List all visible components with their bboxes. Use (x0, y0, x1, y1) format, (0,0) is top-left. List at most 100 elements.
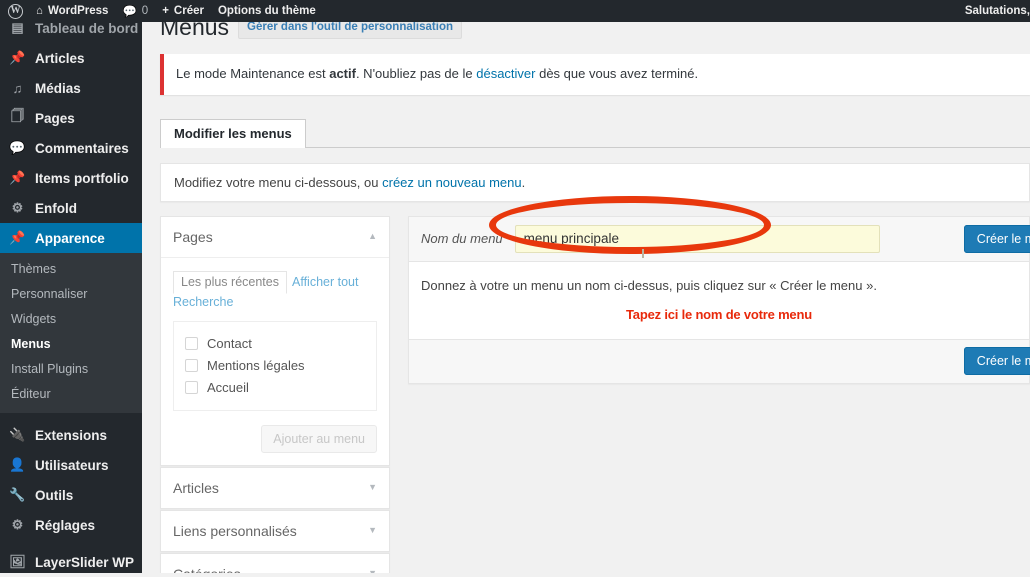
sidebar-item-reglages[interactable]: ⚙ Réglages (0, 510, 142, 540)
sidebar-item-extensions[interactable]: 🔌 Extensions (0, 420, 142, 450)
menu-name-label: Nom du menu (421, 231, 503, 247)
menu-settings-column: Nom du menu Créer le menu Donnez à votre… (408, 215, 1030, 573)
sidebar-subitem-menus[interactable]: Menus (0, 332, 142, 357)
sidebar-subitem-editeur[interactable]: Éditeur (0, 382, 142, 407)
tab-les-plus-recentes[interactable]: Les plus récentes (173, 270, 287, 294)
theme-options-button[interactable]: Options du thème (211, 0, 323, 22)
menu-panel-footer: Créer le menu (409, 338, 1030, 383)
accordion-header-articles[interactable]: Articles ▼ (161, 468, 389, 508)
home-icon: ⌂ (36, 5, 43, 17)
sidebar-item-enfold[interactable]: ⚙ Enfold (0, 193, 142, 223)
sidebar-item-articles[interactable]: 📌 Articles (0, 43, 142, 73)
sidebar-item-label: Pages (35, 110, 75, 126)
create-menu-button-top[interactable]: Créer le menu (963, 224, 1030, 253)
sidebar-item-utilisateurs[interactable]: 👤 Utilisateurs (0, 450, 142, 480)
new-content-label: Créer (173, 5, 204, 17)
create-menu-button-bottom[interactable]: Créer le menu (963, 347, 1030, 376)
chevron-down-icon[interactable]: ▼ (368, 526, 377, 535)
nav-tab-wrapper: Modifier les menus (160, 118, 1030, 148)
accordion-panel-categories: Catégories ▼ (160, 552, 390, 573)
account-greeting[interactable]: Salutations, (958, 0, 1030, 22)
page-header: Menus Gérer dans l'outil de personnalisa… (160, 22, 1030, 40)
menu-edit-instruction: Modifiez votre menu ci-dessous, ou créez… (160, 162, 1030, 202)
sidebar-subitem-personnaliser[interactable]: Personnaliser (0, 282, 142, 307)
sidebar-item-medias[interactable]: ♫ Médias (0, 73, 142, 103)
accordion-header-pages[interactable]: Pages ▲ (161, 217, 389, 258)
create-menu-button-bottom-slot: Créer le menu (963, 347, 1030, 376)
gear-icon: ⚙ (11, 200, 24, 215)
site-name-button[interactable]: ⌂ WordPress (29, 0, 115, 22)
comments-button[interactable]: 💬 0 (115, 0, 155, 22)
posttype-tabs: Les plus récentes Afficher tout Recherche (173, 270, 377, 312)
wordpress-logo-icon: W (8, 3, 23, 19)
tab-modifier-les-menus[interactable]: Modifier les menus (160, 118, 306, 148)
sidebar-item-label: Utilisateurs (35, 457, 109, 473)
deactivate-maintenance-link[interactable]: désactiver (476, 66, 535, 81)
notice-prefix: Le mode Maintenance est (176, 66, 330, 81)
comment-bubble-icon: 💬 (9, 140, 26, 155)
annotation-label: Tapez ici le nom de votre menu (409, 300, 1029, 339)
greeting-label: Salutations, (964, 5, 1030, 17)
manage-in-customizer-button[interactable]: Gérer dans l'outil de personnalisation (238, 22, 462, 39)
chevron-up-icon[interactable]: ▲ (368, 232, 377, 241)
notice-suffix: dès que vous avez terminé. (535, 66, 699, 81)
accordion-panel-liens-personnalises: Liens personnalisés ▼ (160, 509, 390, 552)
new-content-button[interactable]: + Créer (155, 0, 211, 22)
checkbox-mentions-legales[interactable] (185, 359, 198, 373)
checkbox-accueil[interactable] (185, 381, 198, 395)
pin-icon: 📌 (9, 50, 26, 65)
pages-icon: 🗍 (11, 108, 24, 123)
accordion-header-liens-personnalises[interactable]: Liens personnalisés ▼ (161, 511, 389, 551)
wordpress-logo-button[interactable]: W (0, 0, 29, 22)
sidebar-item-commentaires[interactable]: 💬 Commentaires (0, 133, 142, 163)
add-to-menu-row: Ajouter au menu (173, 424, 377, 453)
sidebar-item-label: Apparence (35, 230, 105, 246)
sidebar-item-label: LayerSlider WP (35, 554, 135, 570)
maintenance-notice: Le mode Maintenance est actif. N'oubliez… (160, 54, 1030, 95)
list-item-label: Contact (207, 335, 252, 351)
page-wrap: Menus Gérer dans l'outil de personnalisa… (142, 22, 1030, 573)
sidebar-item-pages[interactable]: 🗍 Pages (0, 103, 142, 133)
accordion-header-categories[interactable]: Catégories ▼ (161, 554, 389, 573)
settings-icon: ⚙ (11, 517, 24, 532)
wrench-icon: 🔧 (9, 487, 26, 502)
create-new-menu-link[interactable]: créez un nouveau menu (382, 175, 521, 190)
list-item[interactable]: Mentions légales (185, 355, 366, 377)
admin-bar: W ⌂ WordPress 💬 0 + Créer Options du thè… (0, 0, 1030, 22)
checkbox-contact[interactable] (185, 337, 198, 351)
accordion-panel-articles: Articles ▼ (160, 466, 390, 509)
admin-sidebar: ▤ Tableau de bord 📌 Articles ♫ Médias 🗍 … (0, 22, 150, 573)
notice-middle: . N'oubliez pas de le (355, 66, 477, 81)
sidebar-item-label: Commentaires (35, 140, 129, 156)
accordion-title: Catégories (173, 566, 241, 573)
tab-afficher-tout[interactable]: Afficher tout (292, 275, 358, 289)
brush-icon: 📌 (9, 230, 26, 245)
sidebar-item-label: Outils (35, 487, 74, 503)
chevron-down-icon[interactable]: ▼ (368, 483, 377, 492)
list-item[interactable]: Contact (185, 333, 366, 355)
accordion-body-pages: Les plus récentes Afficher tout Recherche… (161, 258, 389, 465)
sidebar-separator (0, 36, 142, 43)
sidebar-item-label: Extensions (35, 427, 108, 443)
chevron-down-icon[interactable]: ▼ (368, 569, 377, 573)
sidebar-item-items-portfolio[interactable]: 📌 Items portfolio (0, 163, 142, 193)
sidebar-item-label: Réglages (35, 517, 96, 533)
add-menu-items-column: Pages ▲ Les plus récentes Afficher tout R… (160, 215, 390, 573)
sidebar-item-label: Enfold (35, 200, 77, 216)
sidebar-item-tableau-de-bord[interactable]: ▤ Tableau de bord (0, 22, 142, 36)
sidebar-subitem-install-plugins[interactable]: Install Plugins (0, 357, 142, 382)
tab-recherche[interactable]: Recherche (173, 295, 233, 309)
add-to-menu-button[interactable]: Ajouter au menu (261, 424, 377, 453)
pin-icon: 📌 (9, 170, 26, 185)
menu-help-text: Donnez à votre un menu un nom ci-dessus,… (409, 261, 1029, 301)
media-icon: ♫ (12, 80, 23, 96)
sidebar-item-label: Tableau de bord (35, 22, 139, 36)
menu-name-input[interactable] (514, 224, 880, 253)
sidebar-separator (0, 413, 142, 420)
list-item[interactable]: Accueil (185, 377, 366, 399)
sidebar-item-outils[interactable]: 🔧 Outils (0, 480, 142, 510)
sidebar-item-apparence[interactable]: 📌 Apparence (0, 223, 150, 253)
sidebar-subitem-themes[interactable]: Thèmes (0, 257, 142, 282)
sidebar-subitem-widgets[interactable]: Widgets (0, 307, 142, 332)
comments-count: 0 (141, 5, 149, 17)
